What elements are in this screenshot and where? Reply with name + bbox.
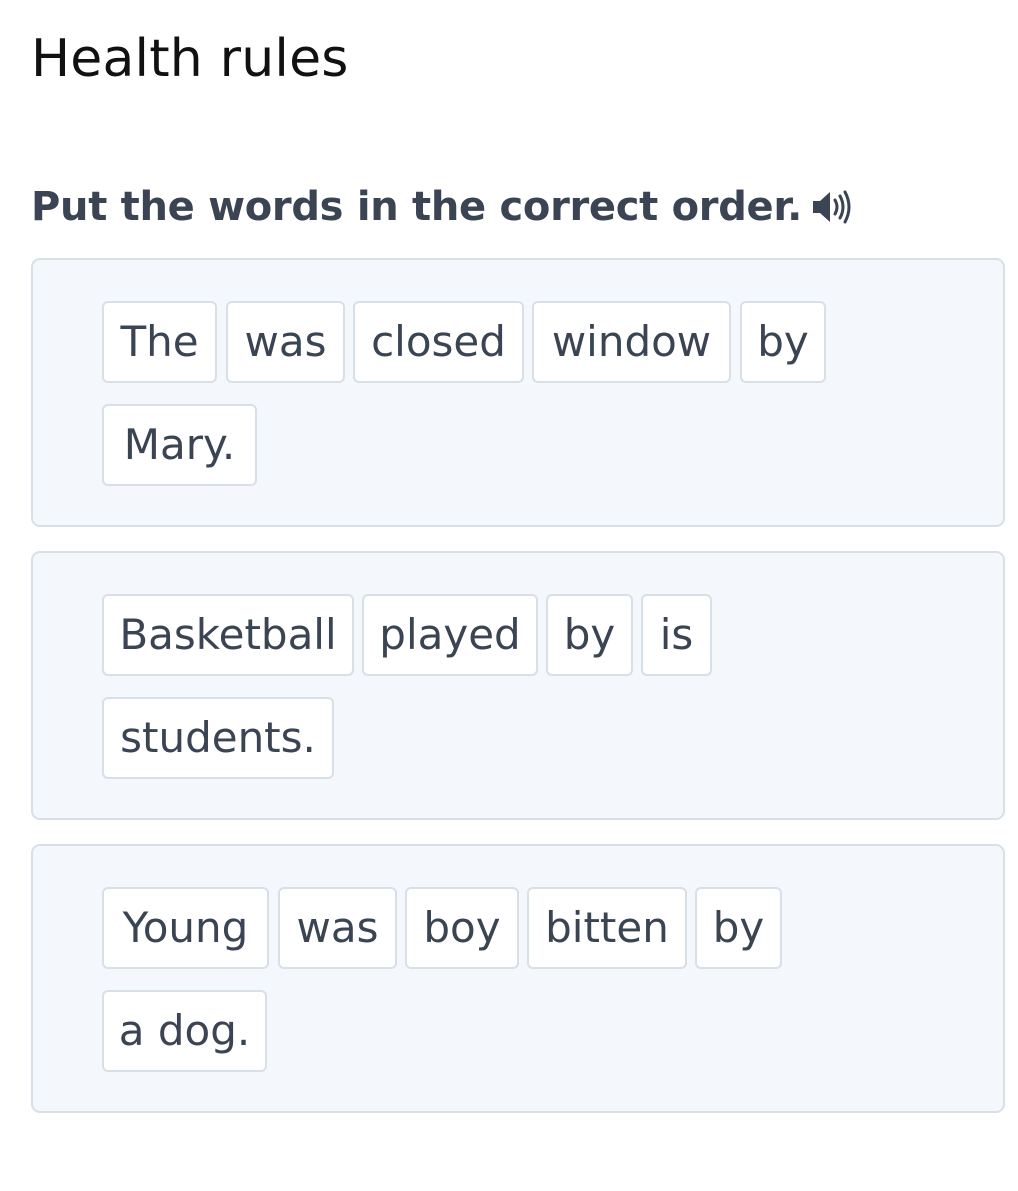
- speaker-icon[interactable]: [810, 187, 854, 227]
- instruction-text: Put the words in the correct order.: [31, 184, 803, 230]
- word-tile[interactable]: window: [532, 301, 731, 383]
- word-tile[interactable]: by: [695, 887, 782, 969]
- page-title: Health rules: [31, 29, 349, 89]
- word-tile[interactable]: played: [362, 594, 538, 676]
- instruction: Put the words in the correct order.: [31, 176, 854, 238]
- exercise-panel: Young was boy bitten by a dog.: [31, 844, 1005, 1113]
- word-tile[interactable]: by: [740, 301, 826, 383]
- word-tile[interactable]: Basketball: [102, 594, 354, 676]
- word-tile[interactable]: bitten: [527, 887, 687, 969]
- word-tile[interactable]: Mary.: [102, 404, 257, 486]
- word-tile[interactable]: Young: [102, 887, 269, 969]
- word-tile[interactable]: closed: [353, 301, 524, 383]
- word-tile[interactable]: boy: [405, 887, 519, 969]
- word-tile[interactable]: is: [641, 594, 712, 676]
- word-tile[interactable]: a dog.: [102, 990, 267, 1072]
- exercise-panel: The was closed window by Mary.: [31, 258, 1005, 527]
- word-tile[interactable]: The: [102, 301, 217, 383]
- word-tile[interactable]: by: [546, 594, 633, 676]
- word-tile[interactable]: was: [226, 301, 345, 383]
- word-tile[interactable]: was: [278, 887, 397, 969]
- exercise-panel: Basketball played by is students.: [31, 551, 1005, 820]
- word-tile[interactable]: students.: [102, 697, 334, 779]
